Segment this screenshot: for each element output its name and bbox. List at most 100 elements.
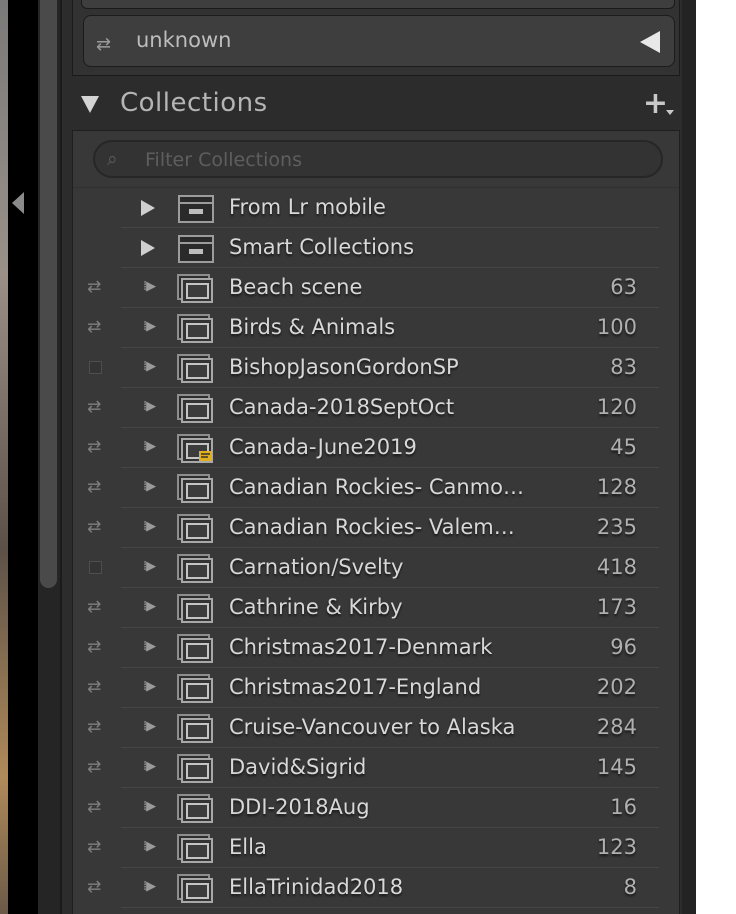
collection-count: 235 [596,515,637,539]
collection-target-icon[interactable]: ⁞▶ [143,879,156,894]
collection-count: 284 [596,715,637,739]
sync-arrows-icon[interactable]: ⇄ [87,437,101,457]
sync-checkbox[interactable] [89,561,102,574]
add-collection-icon[interactable]: + [643,86,668,121]
collection-name: Christmas2017-Denmark [229,635,493,659]
top-strip [81,0,675,9]
collection-target-icon[interactable]: ⁞▶ [143,759,156,774]
collection-row[interactable]: ⇄ ⁞▶ Canada-June2019 45 [73,428,679,468]
collection-row[interactable]: ⇄ ⁞▶ Beach scene 63 [73,268,679,308]
sync-arrows-icon[interactable]: ⇄ [87,637,101,657]
collection-name: DDI-2018Aug [229,795,370,819]
collection-set-row[interactable]: From Lr mobile [73,188,679,228]
sync-arrows-icon[interactable]: ⇄ [87,757,101,777]
collection-target-icon[interactable]: ⁞▶ [143,279,156,294]
collection-target-icon[interactable]: ⁞▶ [143,479,156,494]
collections-header[interactable]: Collections + [72,80,680,130]
collection-set-name: Smart Collections [229,235,415,259]
collection-count: 173 [596,595,637,619]
collection-name: Canadian Rockies- Canmo… [229,475,525,499]
collection-row[interactable]: ⁞▶ Carnation/Svelty 418 [73,548,679,588]
panel-edge [682,0,696,914]
collection-icon [177,474,215,504]
collection-row[interactable]: ⇄ ⁞▶ Canadian Rockies- Valem… 235 [73,508,679,548]
caret-left-icon[interactable] [640,31,660,53]
collection-set-row[interactable]: Smart Collections [73,228,679,268]
collection-set-icon [177,234,215,264]
filter-collections-input[interactable] [143,145,647,175]
expand-triangle-icon[interactable] [141,240,155,256]
collection-count: 202 [596,675,637,699]
sync-source-dropdown[interactable]: ⇄ unknown [83,15,675,67]
collection-row[interactable]: ⇄ ⁞▶ Birds & Animals 100 [73,308,679,348]
collection-name: Ella [229,835,267,859]
collection-row[interactable]: ⇄ ⁞▶ Canadian Rockies- Canmo… 128 [73,468,679,508]
panel-collapse-arrow-icon[interactable] [12,192,24,214]
collection-count: 8 [623,875,637,899]
collection-target-icon[interactable]: ⁞▶ [143,799,156,814]
collection-count: 123 [596,835,637,859]
collection-count: 120 [596,395,637,419]
collection-icon [177,834,215,864]
sync-arrows-icon[interactable]: ⇄ [87,797,101,817]
collection-target-icon[interactable]: ⁞▶ [143,359,156,374]
sync-arrows-icon[interactable]: ⇄ [87,477,101,497]
collection-row[interactable]: ⇄ ⁞▶ EllaTrinidad2018 8 [73,868,679,908]
collection-icon [177,514,215,544]
collection-target-icon[interactable]: ⁞▶ [143,639,156,654]
collection-icon [177,794,215,824]
collection-row[interactable]: ⇄ ⁞▶ Ella 123 [73,828,679,868]
collection-icon [177,874,215,904]
filter-collections-field[interactable]: ⌕ [93,140,663,178]
row-divider [121,907,659,908]
scrollbar-thumb[interactable] [40,0,57,588]
collection-count: 100 [596,315,637,339]
collection-name: Canada-June2019 [229,435,417,459]
collection-row[interactable]: ⁞▶ BishopJasonGordonSP 83 [73,348,679,388]
collection-icon [177,714,215,744]
collection-name: Carnation/Svelty [229,555,404,579]
sync-arrows-icon[interactable]: ⇄ [87,837,101,857]
collection-target-icon[interactable]: ⁞▶ [143,559,156,574]
expand-triangle-icon[interactable] [141,200,155,216]
collection-comment-icon [177,434,215,464]
collection-row[interactable]: ⇄ ⁞▶ Christmas2017-Denmark 96 [73,628,679,668]
collection-row[interactable]: ⇄ ⁞▶ Christmas2017-England 202 [73,668,679,708]
collection-target-icon[interactable]: ⁞▶ [143,399,156,414]
collection-icon [177,754,215,784]
collection-target-icon[interactable]: ⁞▶ [143,439,156,454]
collection-target-icon[interactable]: ⁞▶ [143,719,156,734]
sync-arrows-icon[interactable]: ⇄ [87,517,101,537]
collection-count: 96 [610,635,637,659]
top-section: ⇄ unknown [72,0,680,76]
collection-name: Cathrine & Kirby [229,595,403,619]
collection-target-icon[interactable]: ⁞▶ [143,599,156,614]
sync-arrows-icon[interactable]: ⇄ [87,677,101,697]
collection-count: 45 [610,435,637,459]
search-icon: ⌕ [107,148,118,170]
collection-row[interactable]: ⇄ ⁞▶ Cruise-Vancouver to Alaska 284 [73,708,679,748]
sync-arrows-icon[interactable]: ⇄ [87,317,101,337]
sync-arrows-icon[interactable]: ⇄ [87,277,101,297]
sync-arrows-icon[interactable]: ⇄ [87,717,101,737]
collection-target-icon[interactable]: ⁞▶ [143,319,156,334]
sync-arrows-icon[interactable]: ⇄ [87,877,101,897]
collection-target-icon[interactable]: ⁞▶ [143,679,156,694]
collection-icon [177,314,215,344]
collection-target-icon[interactable]: ⁞▶ [143,839,156,854]
collection-name: Beach scene [229,275,363,299]
collection-icon [177,274,215,304]
collection-row[interactable]: ⇄ ⁞▶ David&Sigrid 145 [73,748,679,788]
collection-row[interactable]: ⇄ ⁞▶ DDI-2018Aug 16 [73,788,679,828]
sync-arrows-icon[interactable]: ⇄ [87,397,101,417]
collection-count: 83 [610,355,637,379]
collapse-triangle-icon[interactable] [81,96,99,113]
collection-icon [177,354,215,384]
collection-name: EllaTrinidad2018 [229,875,404,899]
collection-row[interactable]: ⇄ ⁞▶ Cathrine & Kirby 173 [73,588,679,628]
sync-checkbox[interactable] [89,361,102,374]
add-menu-caret-icon[interactable] [666,110,674,115]
sync-arrows-icon[interactable]: ⇄ [87,597,101,617]
collection-row[interactable]: ⇄ ⁞▶ Canada-2018SeptOct 120 [73,388,679,428]
collection-target-icon[interactable]: ⁞▶ [143,519,156,534]
